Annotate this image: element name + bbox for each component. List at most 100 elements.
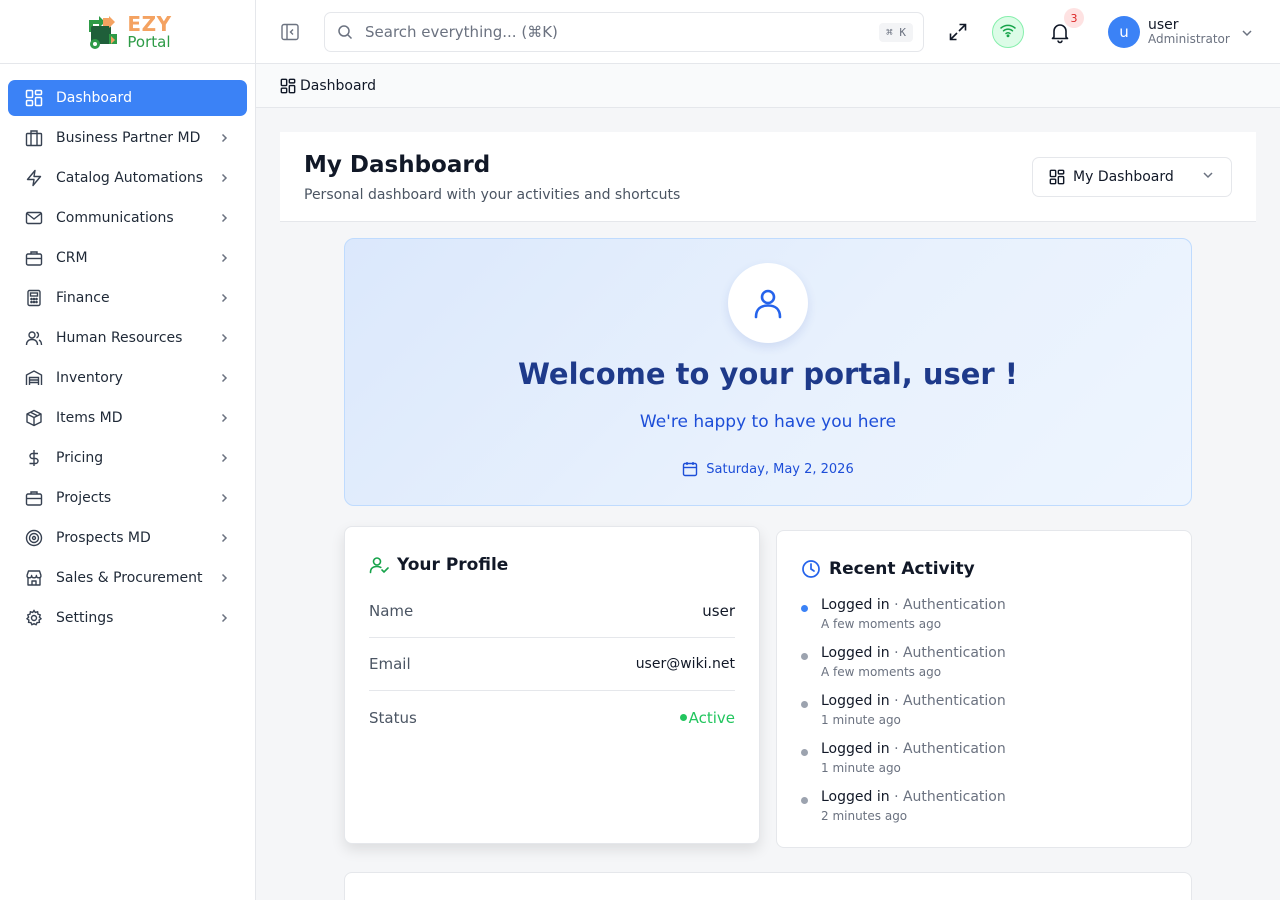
welcome-date-text: Saturday, May 2, 2026 bbox=[706, 461, 854, 477]
sidebar-item-label: Projects bbox=[56, 490, 112, 506]
search-placeholder: Search everything... (⌘K) bbox=[365, 23, 558, 41]
sidebar-item-settings[interactable]: Settings bbox=[8, 600, 247, 636]
sidebar-item-label: Pricing bbox=[56, 450, 104, 466]
activity-title-text: Recent Activity bbox=[829, 559, 975, 579]
breadcrumb-current[interactable]: Dashboard bbox=[300, 78, 376, 94]
calculator-icon bbox=[24, 288, 44, 308]
sidebar-item-label: Catalog Automations bbox=[56, 170, 204, 186]
profile-title-text: Your Profile bbox=[397, 555, 509, 575]
sidebar-item-communications[interactable]: Communications bbox=[8, 200, 247, 236]
sidebar-nav: Dashboard Business Partner MD Catalog Au… bbox=[0, 64, 255, 636]
chevron-right-icon bbox=[217, 611, 231, 625]
activity-item: Logged in · Authentication A few moments… bbox=[801, 597, 1167, 637]
activity-action: Logged in bbox=[821, 741, 890, 757]
target-icon bbox=[24, 528, 44, 548]
briefcase-icon bbox=[24, 488, 44, 508]
sidebar-item-human-resources[interactable]: Human Resources bbox=[8, 320, 247, 356]
lightning-icon bbox=[24, 168, 44, 188]
chevron-right-icon bbox=[217, 251, 231, 265]
search-input[interactable]: Search everything... (⌘K) ⌘ K bbox=[324, 12, 924, 52]
mail-icon bbox=[24, 208, 44, 228]
sidebar: EZY Portal Dashboard Business Partner MD… bbox=[0, 0, 256, 900]
sidebar-item-label: Dashboard bbox=[56, 90, 132, 106]
activity-card-title: Recent Activity bbox=[801, 559, 975, 579]
chevron-right-icon bbox=[217, 571, 231, 585]
profile-row-name: Name user bbox=[369, 585, 735, 638]
sidebar-item-business-partner-md[interactable]: Business Partner MD bbox=[8, 120, 247, 156]
topbar: Search everything... (⌘K) ⌘ K 3 u user A… bbox=[256, 0, 1280, 64]
activity-action: Logged in bbox=[821, 693, 890, 709]
briefcase-icon bbox=[24, 248, 44, 268]
sidebar-item-label: Business Partner MD bbox=[56, 130, 201, 146]
activity-category: · Authentication bbox=[894, 693, 1006, 709]
chevron-down-icon bbox=[1201, 168, 1215, 186]
brand-logo[interactable]: EZY Portal bbox=[0, 0, 255, 64]
sidebar-item-label: Communications bbox=[56, 210, 174, 226]
chevron-right-icon bbox=[217, 531, 231, 545]
sidebar-item-items-md[interactable]: Items MD bbox=[8, 400, 247, 436]
users-icon bbox=[24, 328, 44, 348]
activity-dot bbox=[801, 701, 808, 708]
profile-row-email: Email user@wiki.net bbox=[369, 638, 735, 691]
dashboard-icon bbox=[1049, 169, 1065, 185]
sidebar-item-label: Finance bbox=[56, 290, 110, 306]
chevron-right-icon bbox=[217, 371, 231, 385]
dashboard-select[interactable]: My Dashboard bbox=[1032, 157, 1232, 197]
clock-icon bbox=[801, 559, 821, 579]
connection-status-button[interactable] bbox=[992, 16, 1024, 48]
shortcuts-card bbox=[344, 872, 1192, 900]
activity-item: Logged in · Authentication A few moments… bbox=[801, 645, 1167, 685]
welcome-date: Saturday, May 2, 2026 bbox=[345, 461, 1191, 477]
activity-dot bbox=[801, 797, 808, 804]
activity-action: Logged in bbox=[821, 645, 890, 661]
chevron-right-icon bbox=[217, 451, 231, 465]
fullscreen-icon[interactable] bbox=[948, 22, 968, 42]
notifications-button[interactable]: 3 bbox=[1048, 8, 1084, 44]
activity-time: 1 minute ago bbox=[821, 761, 901, 775]
chevron-right-icon bbox=[217, 131, 231, 145]
status-dot bbox=[679, 714, 687, 721]
activity-dot bbox=[801, 749, 808, 756]
profile-row-status: Status Active bbox=[369, 691, 735, 744]
profile-label: Name bbox=[369, 602, 414, 620]
sidebar-item-label: CRM bbox=[56, 250, 88, 266]
profile-label: Email bbox=[369, 655, 411, 673]
profile-value: user@wiki.net bbox=[635, 656, 735, 672]
profile-value: user bbox=[702, 602, 735, 620]
status-text: Active bbox=[688, 708, 735, 727]
chevron-right-icon bbox=[217, 211, 231, 225]
sidebar-toggle-icon[interactable] bbox=[280, 22, 300, 42]
sidebar-item-prospects-md[interactable]: Prospects MD bbox=[8, 520, 247, 556]
sidebar-item-label: Prospects MD bbox=[56, 530, 151, 546]
profile-card: Your Profile Name user Email user@wiki.n… bbox=[344, 526, 760, 844]
activity-category: · Authentication bbox=[894, 741, 1006, 757]
activity-dot bbox=[801, 605, 808, 612]
sidebar-item-label: Settings bbox=[56, 610, 114, 626]
sidebar-item-inventory[interactable]: Inventory bbox=[8, 360, 247, 396]
activity-item: Logged in · Authentication 1 minute ago bbox=[801, 693, 1167, 733]
chevron-down-icon bbox=[1240, 25, 1254, 39]
sidebar-item-crm[interactable]: CRM bbox=[8, 240, 247, 276]
building-icon bbox=[24, 128, 44, 148]
sidebar-item-projects[interactable]: Projects bbox=[8, 480, 247, 516]
user-role: Administrator bbox=[1148, 32, 1230, 47]
sidebar-item-sales-procurement[interactable]: Sales & Procurement bbox=[8, 560, 247, 596]
sidebar-item-dashboard[interactable]: Dashboard bbox=[8, 80, 247, 116]
brand-name-bottom: Portal bbox=[127, 32, 171, 51]
chevron-right-icon bbox=[217, 411, 231, 425]
page-subtitle: Personal dashboard with your activities … bbox=[304, 187, 681, 203]
sidebar-item-catalog-automations[interactable]: Catalog Automations bbox=[8, 160, 247, 196]
calendar-icon bbox=[682, 461, 698, 477]
sidebar-item-label: Human Resources bbox=[56, 330, 183, 346]
dollar-icon bbox=[24, 448, 44, 468]
user-menu[interactable]: u user Administrator bbox=[1108, 16, 1254, 48]
sidebar-item-label: Items MD bbox=[56, 410, 123, 426]
sidebar-item-pricing[interactable]: Pricing bbox=[8, 440, 247, 476]
sidebar-item-finance[interactable]: Finance bbox=[8, 280, 247, 316]
welcome-title: Welcome to your portal, user ! bbox=[517, 357, 1019, 391]
activity-time: 1 minute ago bbox=[821, 713, 901, 727]
user-name: user bbox=[1148, 17, 1179, 34]
sidebar-item-label: Sales & Procurement bbox=[56, 570, 203, 586]
activity-time: 2 minutes ago bbox=[821, 809, 908, 823]
warehouse-icon bbox=[24, 368, 44, 388]
